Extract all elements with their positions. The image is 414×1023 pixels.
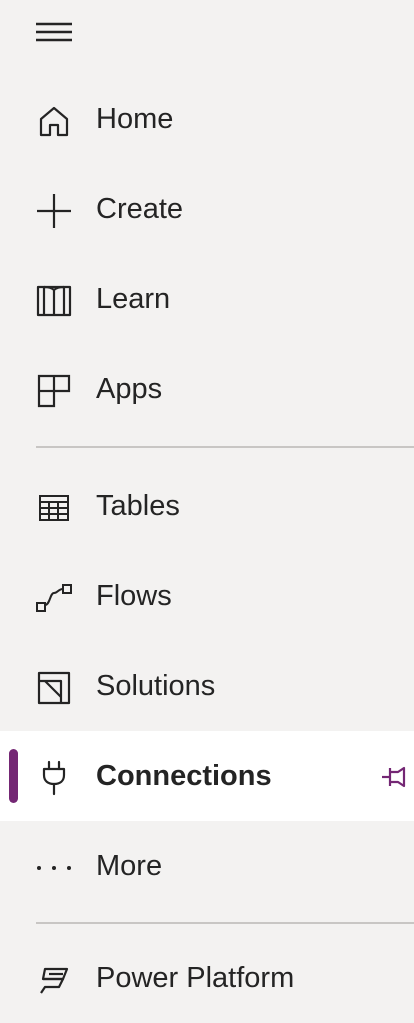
nav-item-label: Home	[96, 103, 174, 135]
home-icon	[36, 103, 72, 139]
nav-item-label: Create	[96, 193, 184, 225]
nav-item-create[interactable]: Create	[0, 164, 414, 254]
nav-item-label: More	[96, 850, 163, 882]
nav-item-home[interactable]: Home	[0, 74, 414, 164]
hamburger-icon	[36, 22, 72, 42]
nav-item-label: Apps	[96, 373, 163, 405]
solutions-icon	[36, 670, 72, 706]
apps-icon	[36, 373, 72, 409]
nav-item-tables[interactable]: Tables	[0, 461, 414, 551]
nav-item-learn[interactable]: Learn	[0, 254, 414, 344]
flow-icon	[36, 580, 72, 616]
nav-divider	[36, 446, 414, 448]
plus-icon	[36, 193, 72, 229]
plug-icon	[36, 760, 72, 796]
power-platform-icon	[36, 962, 72, 998]
nav-item-connections[interactable]: Connections	[0, 731, 414, 821]
nav-item-label: Flows	[96, 580, 172, 612]
nav-item-label: Learn	[96, 283, 171, 315]
nav-divider	[36, 922, 414, 924]
hamburger-menu-button[interactable]	[26, 8, 76, 52]
book-icon	[36, 283, 72, 319]
nav-item-apps[interactable]: Apps	[0, 344, 414, 434]
nav-item-label: Solutions	[96, 670, 216, 702]
nav-item-solutions[interactable]: Solutions	[0, 641, 414, 731]
nav-item-power-platform[interactable]: Power Platform	[0, 933, 414, 1023]
nav-item-label: Tables	[96, 490, 180, 522]
ellipsis-icon	[36, 850, 72, 886]
table-icon	[36, 490, 72, 526]
nav-item-label: Connections	[96, 760, 272, 792]
nav-item-flows[interactable]: Flows	[0, 551, 414, 641]
selection-indicator	[9, 749, 18, 803]
pin-icon[interactable]	[380, 763, 414, 791]
nav-item-more[interactable]: More	[0, 821, 414, 911]
nav-item-label: Power Platform	[96, 962, 295, 994]
